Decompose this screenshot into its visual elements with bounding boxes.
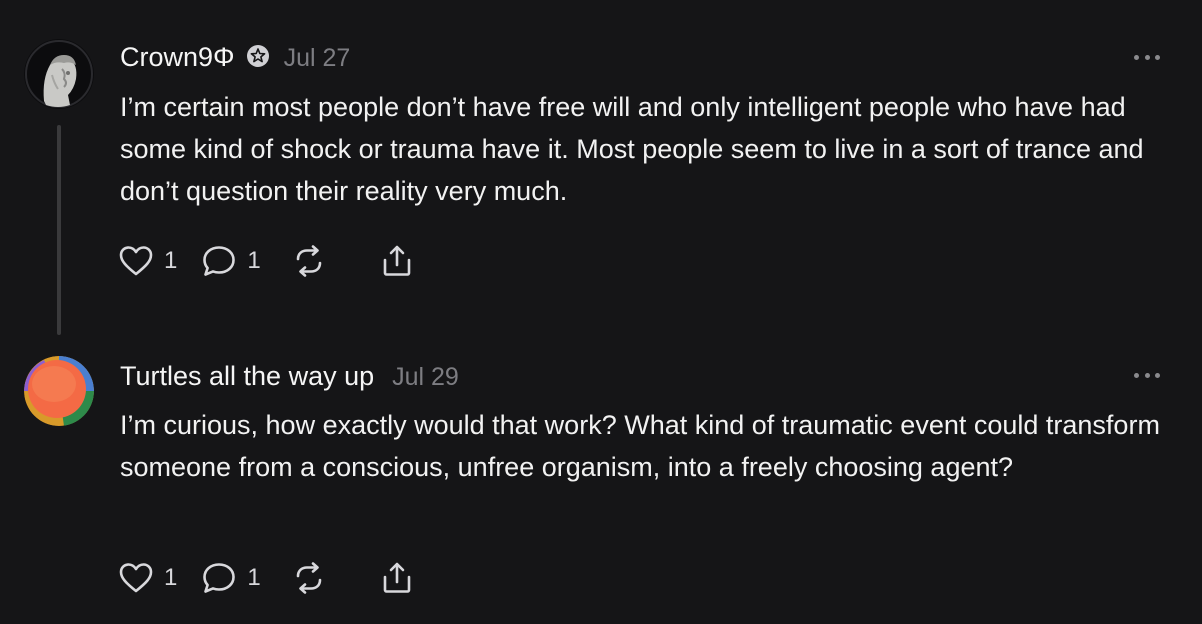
repost-icon — [296, 245, 322, 277]
reply-count: 1 — [247, 247, 261, 274]
dot-icon — [1144, 54, 1150, 60]
dot-icon — [1155, 54, 1160, 60]
username[interactable]: Crown9Φ — [120, 42, 235, 73]
more-options-button[interactable] — [1134, 371, 1160, 379]
thread-line — [57, 125, 61, 335]
share-icon — [383, 245, 411, 276]
heart-icon — [119, 563, 153, 593]
comment-icon — [203, 246, 236, 276]
post-text: I’m curious, how exactly would that work… — [120, 410, 1160, 482]
username[interactable]: Turtles all the way up — [120, 361, 374, 392]
post-date: Jul 27 — [283, 44, 351, 72]
dot-icon — [1134, 372, 1139, 378]
comment-icon — [203, 563, 236, 593]
reply-count: 1 — [247, 564, 261, 591]
action-bar: 1 1 — [118, 244, 439, 278]
share-button[interactable] — [379, 561, 415, 595]
post-text: I’m certain most people don’t have free … — [120, 92, 1144, 206]
share-button[interactable] — [379, 244, 415, 278]
reply-button[interactable]: 1 — [201, 561, 261, 595]
like-count: 1 — [164, 247, 178, 274]
action-bar: 1 1 — [118, 561, 439, 595]
avatar[interactable] — [24, 39, 94, 109]
like-button[interactable]: 1 — [118, 561, 177, 595]
dot-icon — [1134, 54, 1139, 60]
share-icon — [383, 562, 411, 593]
reply-button[interactable]: 1 — [201, 244, 261, 278]
like-button[interactable]: 1 — [118, 244, 177, 278]
dot-icon — [1144, 372, 1150, 378]
gradient-avatar-icon — [24, 356, 94, 426]
post-header: Crown9Φ Jul 27 — [120, 42, 350, 73]
dot-icon — [1155, 372, 1160, 378]
post-header: Turtles all the way up Jul 29 — [120, 361, 459, 392]
statue-avatar-icon — [24, 39, 94, 109]
more-options-button[interactable] — [1134, 53, 1160, 61]
repost-button[interactable] — [291, 244, 327, 278]
badge-icon — [246, 44, 270, 68]
repost-button[interactable] — [291, 561, 327, 595]
repost-icon — [296, 562, 322, 594]
heart-icon — [119, 246, 153, 276]
post-date: Jul 29 — [392, 363, 459, 391]
like-count: 1 — [164, 564, 178, 591]
avatar[interactable] — [24, 356, 94, 426]
